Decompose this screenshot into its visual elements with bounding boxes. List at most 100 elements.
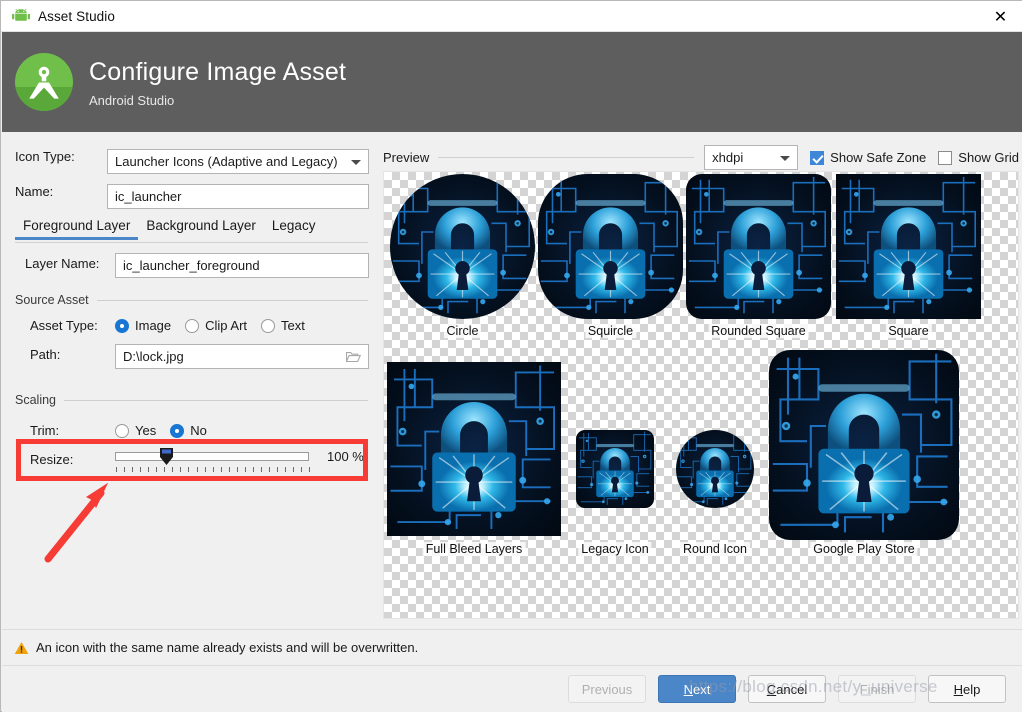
tab-foreground-layer[interactable]: Foreground Layer <box>15 218 139 240</box>
previous-button[interactable]: Previous <box>568 675 646 703</box>
dialog-button-bar: Previous Next Cancel Finish Help <box>2 665 1022 712</box>
layer-name-row: Layer Name: <box>25 256 99 271</box>
preview-thumbnail: Rounded Square <box>686 174 831 342</box>
density-value: xhdpi <box>712 150 744 165</box>
group-divider <box>64 399 368 401</box>
source-asset-group-title: Source Asset <box>15 293 89 307</box>
dialog-body: Icon Type: Launcher Icons (Adaptive and … <box>2 132 1022 629</box>
thumbnail-caption: Google Play Store <box>810 542 918 556</box>
scaling-group-header: Scaling <box>15 393 368 407</box>
config-panel: Icon Type: Launcher Icons (Adaptive and … <box>2 132 381 629</box>
path-label: Path: <box>30 347 61 362</box>
slider-track[interactable] <box>115 452 309 461</box>
cancel-button-label: Cancel <box>766 681 808 697</box>
layer-name-label: Layer Name: <box>25 256 100 271</box>
asset-type-text-radio[interactable]: Text <box>261 318 305 333</box>
thumbnail-caption: Square <box>885 324 932 338</box>
next-button-label: Next <box>683 681 711 697</box>
layer-tabs: Foreground Layer Background Layer Legacy <box>15 218 323 240</box>
checkbox-icon <box>810 150 825 165</box>
tab-legacy[interactable]: Legacy <box>264 218 324 240</box>
thumbnail-caption: Circle <box>443 324 482 338</box>
path-input[interactable]: D:\lock.jpg <box>115 344 369 369</box>
thumbnail-image <box>387 362 561 536</box>
radio-dot-icon <box>261 318 276 333</box>
thumbnail-caption: Legacy Icon <box>578 542 652 556</box>
slider-ticks <box>116 467 311 472</box>
resize-row: Resize: <box>30 452 73 467</box>
density-select[interactable]: xhdpi <box>704 145 799 170</box>
help-button-label: Help <box>953 681 981 697</box>
icon-type-select[interactable]: Launcher Icons (Adaptive and Legacy) <box>107 149 369 174</box>
name-label: Name: <box>15 184 54 199</box>
scaling-group-title: Scaling <box>15 393 56 407</box>
finish-button[interactable]: Finish <box>838 675 916 703</box>
window-title-bar: Asset Studio ✕ <box>1 1 1022 32</box>
tab-foreground-layer-label: Foreground Layer <box>23 218 131 233</box>
page-title: Configure Image Asset <box>89 57 347 86</box>
preview-thumbnail: Circle <box>390 174 535 342</box>
resize-label: Resize: <box>30 452 74 467</box>
name-input[interactable]: ic_launcher <box>107 184 369 209</box>
tab-background-layer-label: Background Layer <box>146 218 256 233</box>
asset-type-row: Asset Type: Image Clip Art Text <box>30 318 319 333</box>
tab-legacy-label: Legacy <box>271 218 316 233</box>
chevron-down-icon <box>351 159 361 165</box>
cancel-button[interactable]: Cancel <box>748 675 826 703</box>
finish-button-label: Finish <box>859 681 895 697</box>
chevron-down-icon <box>780 155 791 161</box>
trim-no-radio[interactable]: No <box>170 423 207 438</box>
thumbnail-caption: Full Bleed Layers <box>422 542 526 556</box>
radio-dot-icon <box>115 423 129 438</box>
asset-type-image-radio[interactable]: Image <box>115 318 171 333</box>
preview-thumbnail: Round Icon <box>676 430 754 560</box>
thumbnail-image <box>769 350 959 540</box>
tabs-divider <box>15 242 368 243</box>
preview-thumbnail: Full Bleed Layers <box>387 362 561 560</box>
show-safe-zone-label: Show Safe Zone <box>830 150 927 165</box>
trim-yes-radio[interactable]: Yes <box>115 423 156 438</box>
preview-title: Preview <box>383 150 430 165</box>
trim-yes-label: Yes <box>135 423 157 438</box>
slider-thumb[interactable] <box>159 447 174 466</box>
show-safe-zone-checkbox[interactable]: Show Safe Zone <box>810 150 926 165</box>
thumbnail-caption: Round Icon <box>680 542 750 556</box>
asset-type-image-label: Image <box>135 318 172 333</box>
thumbnail-image <box>836 174 981 319</box>
preview-header: Preview xhdpi Show Safe Zone Show Grid <box>383 145 1019 170</box>
help-button[interactable]: Help <box>928 675 1006 703</box>
show-grid-checkbox[interactable]: Show Grid <box>938 150 1019 165</box>
window-title: Asset Studio <box>38 8 115 24</box>
name-value: ic_launcher <box>115 189 182 204</box>
thumbnail-image <box>686 174 831 319</box>
android-robot-icon <box>12 8 30 23</box>
asset-type-clipart-radio[interactable]: Clip Art <box>185 318 247 333</box>
preview-thumbnail: Square <box>836 174 981 342</box>
icon-type-row: Icon Type: <box>15 149 107 164</box>
name-row: Name: <box>15 184 107 199</box>
asset-type-label: Asset Type: <box>30 318 98 333</box>
layer-name-input[interactable]: ic_launcher_foreground <box>115 253 369 278</box>
thumbnail-image <box>576 430 654 508</box>
resize-slider[interactable]: 100 % <box>115 445 375 475</box>
folder-icon[interactable] <box>345 351 362 366</box>
tab-background-layer[interactable]: Background Layer <box>138 218 264 240</box>
page-subtitle: Android Studio <box>89 92 175 108</box>
show-grid-label: Show Grid <box>958 150 1019 165</box>
thumbnail-image <box>676 430 754 508</box>
resize-value: 100 % <box>327 449 364 464</box>
source-asset-group-header: Source Asset <box>15 293 368 307</box>
radio-dot-icon <box>115 318 129 333</box>
trim-label: Trim: <box>30 423 60 438</box>
next-button[interactable]: Next <box>658 675 736 703</box>
radio-dot-icon <box>185 318 200 333</box>
path-row: Path: <box>30 347 60 362</box>
previous-button-label: Previous <box>581 681 633 697</box>
icon-type-value: Launcher Icons (Adaptive and Legacy) <box>115 154 338 169</box>
validation-warning-bar: An icon with the same name already exist… <box>2 629 1022 665</box>
trim-no-label: No <box>190 423 207 438</box>
thumbnail-caption: Squircle <box>584 324 637 338</box>
close-icon[interactable]: ✕ <box>978 1 1022 32</box>
android-studio-logo <box>15 53 73 111</box>
preview-canvas: Circle Squircle Rounded Square Square Fu… <box>383 171 1019 619</box>
